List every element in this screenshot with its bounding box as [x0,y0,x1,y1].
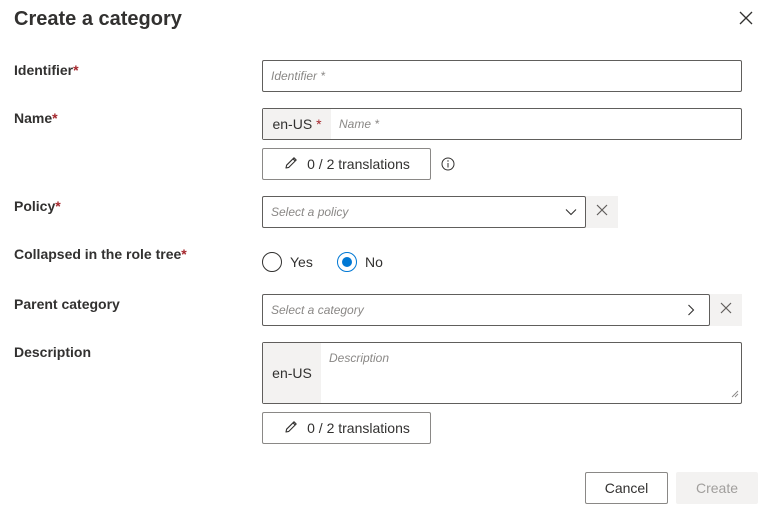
dialog-title: Create a category [14,8,182,30]
identifier-placeholder: Identifier * [271,69,326,83]
required-mark: * [55,198,61,214]
create-button[interactable]: Create [676,472,758,504]
name-label: Name* [14,110,58,126]
policy-label: Policy* [14,198,61,214]
identifier-label-text: Identifier [14,62,74,78]
policy-placeholder: Select a policy [271,205,349,219]
name-label-text: Name [14,110,53,126]
radio-no-circle[interactable] [337,252,357,272]
identifier-label: Identifier* [14,62,79,78]
required-mark: * [52,110,58,126]
name-language-prefix: en-US * [263,109,331,139]
parent-category-clear-button[interactable] [710,294,742,326]
description-textarea[interactable]: en-US Description [262,342,742,404]
parent-category-label: Parent category [14,296,120,312]
name-translations-button[interactable]: 0 / 2 translations [262,148,431,180]
cancel-button[interactable]: Cancel [585,472,668,504]
language-code: en-US [272,116,313,132]
description-language-prefix: en-US [263,343,321,403]
radio-yes-label: Yes [290,254,313,270]
identifier-input[interactable]: Identifier * [262,60,742,92]
collapsed-label-text: Collapsed in the role tree [14,246,182,262]
description-placeholder: Description [329,351,390,365]
close-icon [739,11,753,30]
close-icon [720,301,732,319]
radio-no[interactable]: No [337,252,383,272]
radio-yes[interactable]: Yes [262,252,313,272]
language-code: en-US [272,365,312,381]
name-placeholder: Name * [339,117,380,131]
required-mark: * [181,246,187,262]
description-label: Description [14,344,92,360]
pencil-icon [283,419,307,438]
name-input[interactable]: en-US * Name * [262,108,742,140]
description-translations-button[interactable]: 0 / 2 translations [262,412,431,444]
resize-handle-icon[interactable] [731,387,739,401]
parent-category-placeholder: Select a category [271,303,364,317]
required-mark: * [316,116,322,132]
policy-clear-button[interactable] [586,196,618,228]
close-icon [596,203,608,221]
parent-category-picker[interactable]: Select a category [262,294,710,326]
info-icon[interactable] [441,157,455,171]
pencil-icon [283,155,307,174]
policy-dropdown[interactable]: Select a policy [262,196,586,228]
chevron-right-icon [685,304,697,319]
policy-label-text: Policy [14,198,56,214]
collapsed-label: Collapsed in the role tree* [14,246,187,262]
required-mark: * [73,62,79,78]
close-button[interactable] [736,10,756,30]
translations-label: 0 / 2 translations [307,156,410,172]
chevron-down-icon [565,206,577,221]
radio-no-label: No [365,254,383,270]
translations-label: 0 / 2 translations [307,420,410,436]
radio-yes-circle[interactable] [262,252,282,272]
